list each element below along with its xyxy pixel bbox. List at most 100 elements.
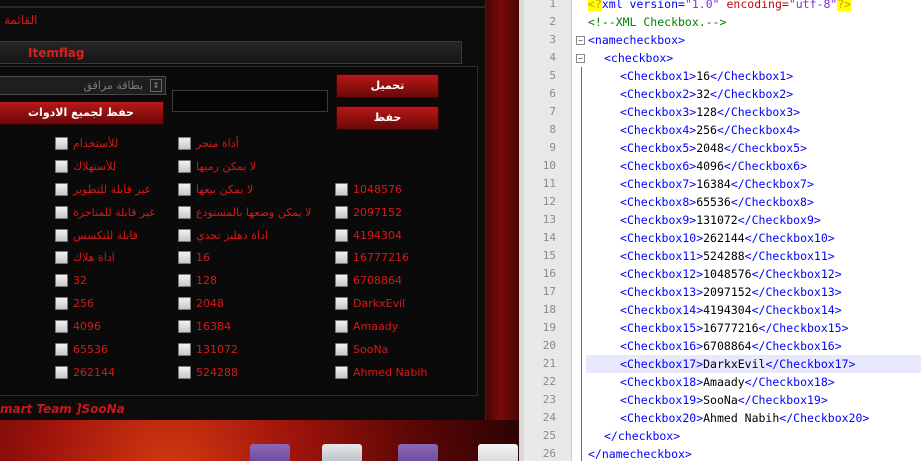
code-line[interactable]: <Checkbox12>1048576</Checkbox12> — [620, 265, 842, 283]
code-line[interactable]: <Checkbox20>Ahmed Nabih</Checkbox20> — [620, 409, 869, 427]
save-button[interactable]: حفظ — [336, 106, 439, 130]
checkbox[interactable] — [178, 343, 191, 356]
save-all-tools-button[interactable]: حفظ لجميع الادوات — [0, 101, 164, 125]
checkbox[interactable] — [335, 183, 348, 196]
code-line[interactable]: </namecheckbox> — [588, 445, 692, 461]
checkbox[interactable] — [178, 297, 191, 310]
code-line[interactable]: <Checkbox8>65536</Checkbox8> — [620, 193, 814, 211]
value-input[interactable] — [172, 90, 328, 112]
tag-bracket: </ — [730, 177, 745, 191]
tab-itemflag[interactable]: Itemflag — [0, 41, 462, 64]
tag-name: Checkbox16 — [626, 339, 697, 353]
tag-bracket: > — [806, 195, 814, 209]
load-button[interactable]: تحميل — [336, 74, 439, 98]
tag-bracket: < — [620, 375, 627, 389]
line-number: 22 — [542, 375, 556, 388]
checkbox[interactable] — [55, 137, 68, 150]
code-line[interactable]: <Checkbox3>128</Checkbox3> — [620, 103, 800, 121]
checkbox-label: 16384 — [196, 320, 231, 333]
archive-icon[interactable] — [250, 444, 290, 461]
checkbox[interactable] — [55, 343, 68, 356]
code-line[interactable]: <Checkbox1>16</Checkbox1> — [620, 67, 793, 85]
code-line[interactable]: <Checkbox14>4194304</Checkbox14> — [620, 301, 842, 319]
checkbox[interactable] — [178, 183, 191, 196]
document-icon[interactable] — [478, 444, 518, 461]
root-close-tag: </namecheckbox> — [588, 447, 692, 461]
code-line[interactable]: <Checkbox7>16384</Checkbox7> — [620, 175, 814, 193]
category-select-value: بطاقة مرافق — [83, 79, 143, 92]
window-title: القائمة — [4, 13, 38, 27]
checkbox[interactable] — [178, 274, 191, 287]
code-line[interactable]: <?xml version="1.0" encoding="utf-8"?> — [588, 0, 852, 13]
code-line[interactable]: <Checkbox19>SooNa</Checkbox19> — [620, 391, 828, 409]
checkbox[interactable] — [178, 251, 191, 264]
checkbox[interactable] — [55, 183, 68, 196]
tag-bracket: < — [620, 105, 627, 119]
checkbox[interactable] — [178, 137, 191, 150]
code-line[interactable]: <checkbox> — [604, 49, 673, 67]
checkbox[interactable] — [335, 251, 348, 264]
fold-toggle-icon[interactable]: − — [576, 54, 585, 63]
checkbox[interactable] — [178, 229, 191, 242]
tag-value: 16777216 — [703, 321, 759, 335]
checkbox-label: 16 — [196, 251, 210, 264]
checkbox[interactable] — [55, 251, 68, 264]
checkbox[interactable] — [178, 206, 191, 219]
checkbox[interactable] — [335, 366, 348, 379]
code-line[interactable]: <Checkbox11>524288</Checkbox11> — [620, 247, 835, 265]
checkbox-label: أداة متجر — [196, 137, 239, 150]
checkbox[interactable] — [55, 274, 68, 287]
checkbox[interactable] — [335, 229, 348, 242]
code-line[interactable]: <namecheckbox> — [588, 31, 685, 49]
code-line[interactable]: <Checkbox15>16777216</Checkbox15> — [620, 319, 849, 337]
tag-name: Checkbox14 — [765, 303, 835, 317]
tag-name: Checkbox13 — [626, 285, 697, 299]
code-line[interactable]: <Checkbox16>6708864</Checkbox16> — [620, 337, 842, 355]
code-line[interactable]: <!--XML Checkbox.--> — [588, 13, 726, 31]
checkbox[interactable] — [55, 297, 68, 310]
tag-name: Checkbox1 — [626, 69, 690, 83]
checkbox[interactable] — [335, 343, 348, 356]
category-select[interactable]: بطاقة مرافق ⇕ — [0, 76, 166, 95]
window-icon[interactable] — [322, 444, 362, 461]
checkbox[interactable] — [55, 320, 68, 333]
code-line[interactable]: <Checkbox10>262144</Checkbox10> — [620, 229, 835, 247]
code-line[interactable]: <Checkbox2>32</Checkbox2> — [620, 85, 793, 103]
tag-bracket: </ — [716, 123, 731, 137]
tag-bracket: < — [620, 213, 627, 227]
code-line[interactable]: <Checkbox18>Amaady</Checkbox18> — [620, 373, 835, 391]
updown-arrows-icon[interactable]: ⇕ — [150, 79, 162, 92]
tag-bracket: < — [620, 411, 627, 425]
fold-toggle-icon[interactable]: − — [576, 36, 585, 45]
checkbox[interactable] — [178, 160, 191, 173]
code-line[interactable]: <Checkbox6>4096</Checkbox6> — [620, 157, 807, 175]
checkbox-label: لا يمكن بيعها — [196, 183, 254, 196]
code-line[interactable]: <Checkbox9>131072</Checkbox9> — [620, 211, 821, 229]
archive-icon[interactable] — [398, 444, 438, 461]
checkbox[interactable] — [55, 206, 68, 219]
checkbox[interactable] — [335, 206, 348, 219]
tag-bracket: < — [620, 285, 627, 299]
code-line[interactable]: <Checkbox4>256</Checkbox4> — [620, 121, 800, 139]
checkbox[interactable] — [55, 160, 68, 173]
code-line[interactable]: <Checkbox13>2097152</Checkbox13> — [620, 283, 842, 301]
xml-editor[interactable]: 1 2 3 4 5 6 7 8 9 10 11 12 13 14 15 16 17 18 19 20 21 22 23 24 2… — [524, 0, 921, 461]
tag-value: 4194304 — [703, 303, 752, 317]
checkbox[interactable] — [335, 320, 348, 333]
checkbox-label: 4096 — [73, 320, 101, 333]
tag-bracket: </ — [730, 195, 745, 209]
tag-bracket: < — [620, 267, 627, 281]
code-line[interactable]: <Checkbox17>DarkxEvil</Checkbox17> — [620, 355, 855, 373]
tag-name: Checkbox4 — [626, 123, 690, 137]
checkbox[interactable] — [178, 366, 191, 379]
checkbox[interactable] — [55, 229, 68, 242]
checkbox[interactable] — [55, 366, 68, 379]
status-text: mart Team ]SooNa — [0, 402, 125, 416]
checkbox[interactable] — [178, 320, 191, 333]
checkbox[interactable] — [335, 297, 348, 310]
checkbox[interactable] — [335, 274, 348, 287]
code-line[interactable]: </checkbox> — [604, 427, 680, 445]
code-line[interactable]: <Checkbox5>2048</Checkbox5> — [620, 139, 807, 157]
tag-bracket: > — [841, 321, 849, 335]
checkbox-label: 4194304 — [353, 229, 402, 242]
